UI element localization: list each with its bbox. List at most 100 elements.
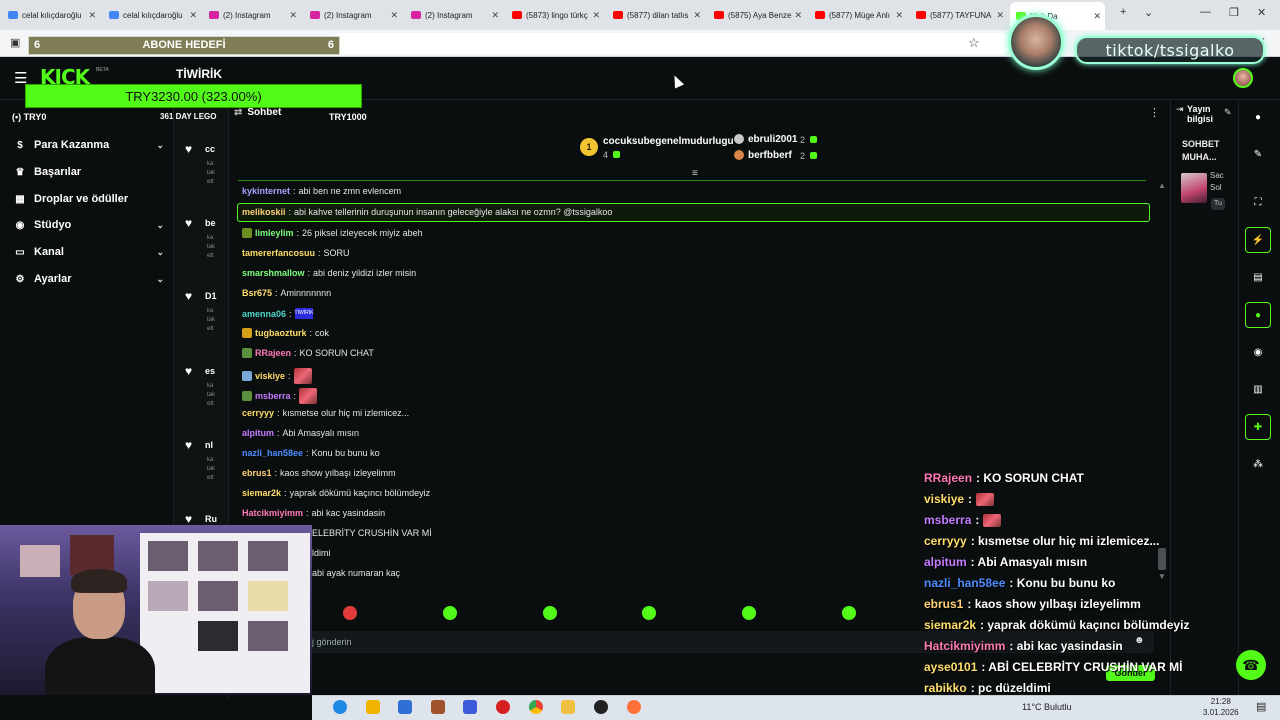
chat-message-input[interactable] bbox=[312, 631, 812, 653]
taskbar-clock[interactable]: 21:28 3.01.2026 bbox=[1203, 696, 1239, 718]
sidebar-toggle-icon[interactable]: ▣ bbox=[10, 36, 20, 49]
chrome-icon[interactable] bbox=[529, 700, 543, 714]
chat-emote-picker-icon[interactable]: ☻ bbox=[1134, 635, 1145, 646]
pinned-collapse-icon[interactable]: ≡ bbox=[692, 168, 698, 179]
sidebar-item-ayarlar[interactable]: ⚙ Ayarlar ⌄ bbox=[14, 273, 164, 285]
mail-icon[interactable] bbox=[398, 700, 412, 714]
chat-username[interactable]: cerryyy bbox=[242, 408, 274, 418]
sidebar-item-ba-ar-lar[interactable]: ♛ Başarılar bbox=[14, 166, 164, 178]
tab-close-icon[interactable]: ✕ bbox=[189, 10, 197, 21]
close-window-button[interactable]: ✕ bbox=[1257, 6, 1266, 19]
recommended-channel[interactable]: ♥ be ka tak ett bbox=[185, 214, 225, 259]
chat-username[interactable]: nazli_han58ee bbox=[242, 448, 303, 458]
chat-username[interactable]: Bsr675 bbox=[242, 288, 272, 298]
folder-icon[interactable] bbox=[561, 700, 575, 714]
chat-username[interactable]: melikoskii bbox=[242, 207, 286, 217]
minimize-button[interactable]: — bbox=[1200, 6, 1211, 18]
browser-tab[interactable]: (5873) lingo türkç ✕ bbox=[506, 4, 604, 26]
browser-tab[interactable]: (2) Instagram ✕ bbox=[203, 4, 301, 26]
chat-username[interactable]: Hatcikmiyimm bbox=[242, 508, 303, 518]
chevron-down-icon[interactable]: ⌄ bbox=[156, 274, 164, 285]
stack-icon[interactable]: ▥ bbox=[1245, 376, 1271, 402]
chat-username[interactable]: ebrus1 bbox=[242, 468, 272, 478]
heart-icon[interactable]: ♥ bbox=[185, 216, 192, 230]
pencil-icon[interactable]: ✎ bbox=[1245, 141, 1271, 167]
browser-tab[interactable]: (2) Instagram ✕ bbox=[304, 4, 402, 26]
app-icon[interactable] bbox=[431, 700, 445, 714]
recommended-channel[interactable]: ♥ cc ka tak ett bbox=[185, 140, 225, 185]
tab-close-icon[interactable]: ✕ bbox=[794, 10, 802, 21]
chat-username[interactable]: tugbaozturk bbox=[255, 328, 307, 338]
broadcast-icon[interactable]: ◉ bbox=[1245, 339, 1271, 365]
browser-tab[interactable]: celal kılıçdaroğlu ✕ bbox=[103, 4, 201, 26]
tab-list-icon[interactable]: ⌄ bbox=[1144, 6, 1153, 19]
heart-icon[interactable]: ♥ bbox=[185, 438, 192, 452]
leader-second-name[interactable]: ebruli2001 bbox=[748, 134, 797, 145]
new-tab-button[interactable]: + bbox=[1120, 6, 1126, 18]
chat-scrollbar[interactable] bbox=[1157, 185, 1165, 585]
collapse-arrow-icon[interactable]: ⇥ bbox=[1176, 104, 1184, 115]
leader-third-name[interactable]: berfbberf bbox=[748, 150, 792, 161]
weather-widget[interactable]: 11°C Bulutlu bbox=[1022, 702, 1071, 712]
document-icon[interactable]: ▤ bbox=[1245, 264, 1271, 290]
obs-icon[interactable] bbox=[594, 700, 608, 714]
chat-menu-icon[interactable]: ⋮ bbox=[1149, 106, 1160, 119]
browser-tab[interactable]: (5877) dilan tatlıs ✕ bbox=[607, 4, 705, 26]
tab-close-icon[interactable]: ✕ bbox=[390, 10, 398, 21]
chat-username[interactable]: tamererfancosuu bbox=[242, 248, 315, 258]
chat-username[interactable]: smarshmallow bbox=[242, 268, 305, 278]
browser-tab[interactable]: (2) Instagram ✕ bbox=[405, 4, 503, 26]
stream-tag[interactable]: Tu bbox=[1211, 198, 1225, 210]
opera-icon[interactable] bbox=[496, 700, 510, 714]
sidebar-item-kanal[interactable]: ▭ Kanal ⌄ bbox=[14, 246, 164, 258]
firefox-icon[interactable] bbox=[627, 700, 641, 714]
recommended-channel[interactable]: ♥ nl ka tak ett bbox=[185, 436, 225, 481]
tab-close-icon[interactable]: ✕ bbox=[491, 10, 499, 21]
chat-username[interactable]: limleylim bbox=[255, 228, 294, 238]
edge-icon[interactable] bbox=[333, 700, 347, 714]
quick-emote-icon[interactable] bbox=[742, 606, 756, 620]
chat-username[interactable]: amenna06 bbox=[242, 309, 286, 319]
quick-emote-icon[interactable] bbox=[842, 606, 856, 620]
tab-close-icon[interactable]: ✕ bbox=[592, 10, 600, 21]
info-icon[interactable]: ● bbox=[1245, 104, 1271, 130]
stream-thumbnail[interactable] bbox=[1181, 173, 1207, 203]
chat-bubble-icon[interactable]: ● bbox=[1245, 302, 1271, 328]
chat-username[interactable]: msberra bbox=[255, 391, 291, 401]
leader-first-name[interactable]: cocuksubegenelmudurlugu bbox=[603, 136, 734, 147]
maximize-button[interactable]: ❐ bbox=[1229, 6, 1239, 19]
edit-pencil-icon[interactable]: ✎ bbox=[1224, 107, 1232, 118]
heart-icon[interactable]: ♥ bbox=[185, 512, 192, 526]
chat-username[interactable]: siemar2k bbox=[242, 488, 281, 498]
recommended-channel[interactable]: ♥ D1 ka tak ett bbox=[185, 287, 225, 332]
store-icon[interactable] bbox=[366, 700, 380, 714]
browser-tab[interactable]: (5877) TAYFUNA ✕ bbox=[910, 4, 1008, 26]
tab-close-icon[interactable]: ✕ bbox=[895, 10, 903, 21]
tab-close-icon[interactable]: ✕ bbox=[1093, 11, 1101, 22]
notification-icon[interactable]: ▤ bbox=[1256, 700, 1266, 713]
chevron-down-icon[interactable]: ⌄ bbox=[156, 140, 164, 151]
chat-scroll-thumb[interactable] bbox=[1158, 548, 1166, 570]
tab-close-icon[interactable]: ✕ bbox=[996, 10, 1004, 21]
app-icon[interactable] bbox=[463, 700, 477, 714]
chat-username[interactable]: alpitum bbox=[242, 428, 274, 438]
heart-icon[interactable]: ♥ bbox=[185, 289, 192, 303]
sidebar-item-st-dyo[interactable]: ◉ Stüdyo ⌄ bbox=[14, 219, 164, 231]
chat-help-fab[interactable]: ☎ bbox=[1236, 650, 1266, 680]
browser-tab[interactable]: celal kılıçdaroğlu ✕ bbox=[2, 4, 100, 26]
sidebar-item-para-kazanma[interactable]: $ Para Kazanma ⌄ bbox=[14, 139, 164, 151]
tab-close-icon[interactable]: ✕ bbox=[88, 10, 96, 21]
browser-tab[interactable]: (5875) Aya Benze ✕ bbox=[708, 4, 806, 26]
quick-emote-icon[interactable] bbox=[543, 606, 557, 620]
tab-close-icon[interactable]: ✕ bbox=[693, 10, 701, 21]
recommended-channel[interactable]: ♥ es ka tak ett bbox=[185, 362, 225, 407]
heart-icon[interactable]: ♥ bbox=[185, 142, 192, 156]
chevron-down-icon[interactable]: ⌄ bbox=[156, 220, 164, 231]
sidebar-item-droplar-ve-d-ller[interactable]: ▦ Droplar ve ödüller bbox=[14, 193, 164, 205]
url-input[interactable] bbox=[330, 33, 1010, 54]
scroll-down-icon[interactable]: ▼ bbox=[1158, 572, 1166, 581]
quick-emote-icon[interactable] bbox=[642, 606, 656, 620]
share-icon[interactable]: ⁂ bbox=[1245, 451, 1271, 477]
fullscreen-icon[interactable]: ⛶ bbox=[1245, 189, 1271, 215]
user-avatar[interactable] bbox=[1233, 68, 1253, 88]
